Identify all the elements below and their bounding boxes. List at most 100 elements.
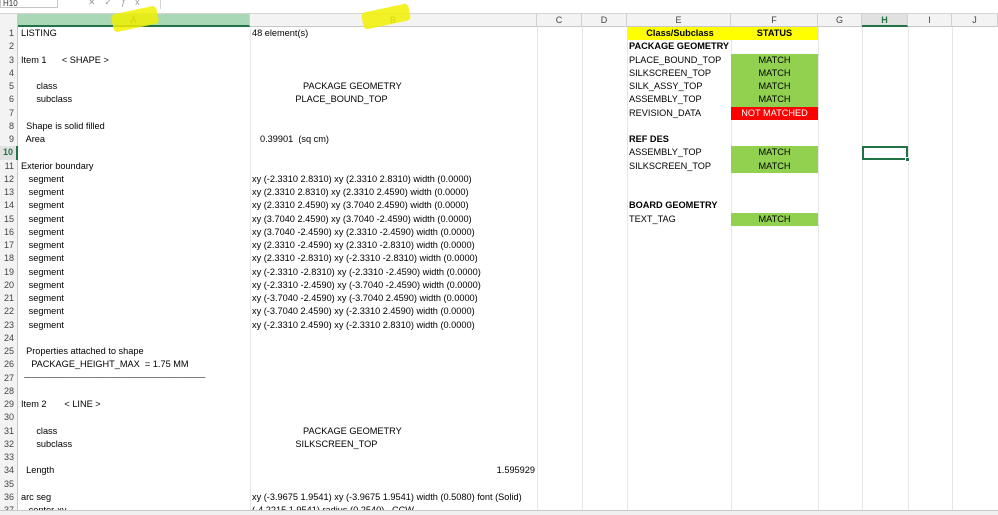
- enter-icon[interactable]: ✓: [105, 0, 122, 7]
- row-header[interactable]: 14: [0, 199, 18, 213]
- cell-b[interactable]: xy (-3.7040 2.4590) xy (-2.3310 2.4590) …: [250, 305, 475, 318]
- cell-a[interactable]: segment: [20, 226, 64, 239]
- cell-a[interactable]: class: [20, 80, 57, 93]
- cell-b[interactable]: xy (-2.3310 -2.8310) xy (-2.3310 -2.4590…: [250, 266, 481, 279]
- row-header[interactable]: 12: [0, 172, 18, 186]
- column-header-c[interactable]: C: [537, 14, 582, 27]
- cell-b[interactable]: PACKAGE GEOMETRY: [250, 80, 402, 93]
- row-header[interactable]: 23: [0, 318, 18, 332]
- cell-b[interactable]: xy (2.3310 -2.4590) xy (2.3310 -2.8310) …: [250, 239, 475, 252]
- cell-a[interactable]: segment: [20, 279, 64, 292]
- row-header[interactable]: 7: [0, 106, 18, 120]
- row-header[interactable]: 18: [0, 252, 18, 266]
- row-header[interactable]: 20: [0, 278, 18, 292]
- cell-a[interactable]: segment: [20, 319, 64, 332]
- status-header-status[interactable]: STATUS: [731, 27, 818, 41]
- cell-a[interactable]: Shape is solid filled: [20, 120, 105, 133]
- row-header[interactable]: 35: [0, 477, 18, 491]
- row-header[interactable]: 8: [0, 119, 18, 133]
- row-header[interactable]: 11: [0, 159, 18, 173]
- row-header[interactable]: 31: [0, 424, 18, 438]
- cell-a[interactable]: subclass: [20, 93, 72, 106]
- cell-a[interactable]: Properties attached to shape: [20, 345, 143, 358]
- status-match-cell[interactable]: MATCH: [731, 212, 818, 226]
- cell-b[interactable]: xy (-3.9675 1.9541) xy (-3.9675 1.9541) …: [250, 491, 522, 504]
- status-section-label[interactable]: REF DES: [627, 133, 731, 146]
- row-header[interactable]: 1: [0, 27, 18, 41]
- fx-icon[interactable]: ƒx: [121, 0, 149, 7]
- column-header-h[interactable]: H: [862, 14, 908, 27]
- cell-a[interactable]: PACKAGE_HEIGHT_MAX = 1.75 MM: [20, 358, 188, 371]
- cell-b[interactable]: xy (-3.7040 -2.4590) xy (-3.7040 2.4590)…: [250, 292, 478, 305]
- cell-b[interactable]: 48 element(s): [250, 27, 308, 40]
- status-class-cell[interactable]: SILKSCREEN_TOP: [627, 160, 731, 173]
- cell-a[interactable]: segment: [20, 239, 64, 252]
- row-header[interactable]: 4: [0, 66, 18, 80]
- status-class-cell[interactable]: TEXT_TAG: [627, 213, 731, 226]
- name-box[interactable]: H10: [0, 0, 58, 8]
- status-match-cell[interactable]: MATCH: [731, 146, 818, 160]
- row-header[interactable]: 6: [0, 93, 18, 107]
- row-header[interactable]: 29: [0, 398, 18, 412]
- row-header[interactable]: 24: [0, 331, 18, 345]
- status-match-cell[interactable]: MATCH: [731, 159, 818, 173]
- row-header[interactable]: 9: [0, 133, 18, 147]
- row-header[interactable]: 3: [0, 53, 18, 67]
- cell-b[interactable]: xy (3.7040 -2.4590) xy (2.3310 -2.4590) …: [250, 226, 475, 239]
- cell-a[interactable]: Item 1 < SHAPE >: [20, 54, 109, 67]
- row-header[interactable]: 21: [0, 292, 18, 306]
- status-class-cell[interactable]: ASSEMBLY_TOP: [627, 146, 731, 159]
- cell-a[interactable]: Area: [20, 133, 45, 146]
- cell-b[interactable]: xy (-2.3310 -2.4590) xy (-3.7040 -2.4590…: [250, 279, 481, 292]
- cell-b[interactable]: PLACE_BOUND_TOP: [250, 93, 387, 106]
- status-section-label[interactable]: PACKAGE GEOMETRY: [627, 40, 731, 53]
- column-header-f[interactable]: F: [731, 14, 818, 27]
- status-match-cell[interactable]: MATCH: [731, 80, 818, 94]
- cell-b[interactable]: xy (-2.3310 2.8310) xy (2.3310 2.8310) w…: [250, 173, 472, 186]
- cell-b[interactable]: SILKSCREEN_TOP: [250, 438, 377, 451]
- cell-a[interactable]: Length: [20, 464, 54, 477]
- cell-a[interactable]: segment: [20, 199, 64, 212]
- cell-b[interactable]: 0.39901 (sq cm): [258, 133, 329, 146]
- cell-a[interactable]: subclass: [20, 438, 72, 451]
- row-header[interactable]: 15: [0, 212, 18, 226]
- status-match-cell[interactable]: MATCH: [731, 93, 818, 107]
- status-class-cell[interactable]: SILK_ASSY_TOP: [627, 80, 731, 93]
- row-header[interactable]: 16: [0, 225, 18, 239]
- cell-b[interactable]: xy (3.7040 2.4590) xy (3.7040 -2.4590) w…: [250, 213, 472, 226]
- cell-a[interactable]: class: [20, 425, 57, 438]
- cell-b[interactable]: xy (2.3310 2.8310) xy (2.3310 2.4590) wi…: [250, 186, 469, 199]
- column-header-i[interactable]: I: [908, 14, 952, 27]
- cell-a[interactable]: segment: [20, 292, 64, 305]
- select-all-corner[interactable]: [0, 14, 18, 27]
- cell-a[interactable]: segment: [20, 305, 64, 318]
- row-header[interactable]: 27: [0, 371, 18, 385]
- row-header[interactable]: 34: [0, 464, 18, 478]
- formula-input[interactable]: [160, 0, 998, 9]
- row-header[interactable]: 13: [0, 186, 18, 200]
- status-class-cell[interactable]: REVISION_DATA: [627, 107, 731, 120]
- status-nomatch-cell[interactable]: NOT MATCHED: [731, 106, 818, 120]
- row-header[interactable]: 10: [0, 146, 18, 160]
- cell-a[interactable]: LISTING: [20, 27, 57, 40]
- cell-a[interactable]: segment: [20, 173, 64, 186]
- cell-b[interactable]: xy (2.3310 -2.8310) xy (-2.3310 -2.8310)…: [250, 252, 478, 265]
- cell-a[interactable]: arc seg: [20, 491, 51, 504]
- cell-a[interactable]: segment: [20, 252, 64, 265]
- status-header-class[interactable]: Class/Subclass: [627, 27, 731, 41]
- row-header[interactable]: 25: [0, 345, 18, 359]
- row-header[interactable]: 17: [0, 239, 18, 253]
- cell-a[interactable]: segment: [20, 186, 64, 199]
- cell-a[interactable]: segment: [20, 213, 64, 226]
- cell-b-number[interactable]: 1.595929: [250, 464, 535, 477]
- row-header[interactable]: 33: [0, 451, 18, 465]
- cell-b[interactable]: xy (-2.3310 2.4590) xy (-2.3310 2.8310) …: [250, 319, 475, 332]
- cell-b[interactable]: xy (2.3310 2.4590) xy (3.7040 2.4590) wi…: [250, 199, 469, 212]
- cell-a[interactable]: segment: [20, 266, 64, 279]
- row-header[interactable]: 5: [0, 80, 18, 94]
- row-header[interactable]: 28: [0, 384, 18, 398]
- status-class-cell[interactable]: SILKSCREEN_TOP: [627, 67, 731, 80]
- row-header[interactable]: 26: [0, 358, 18, 372]
- status-class-cell[interactable]: PLACE_BOUND_TOP: [627, 54, 731, 67]
- row-header[interactable]: 32: [0, 437, 18, 451]
